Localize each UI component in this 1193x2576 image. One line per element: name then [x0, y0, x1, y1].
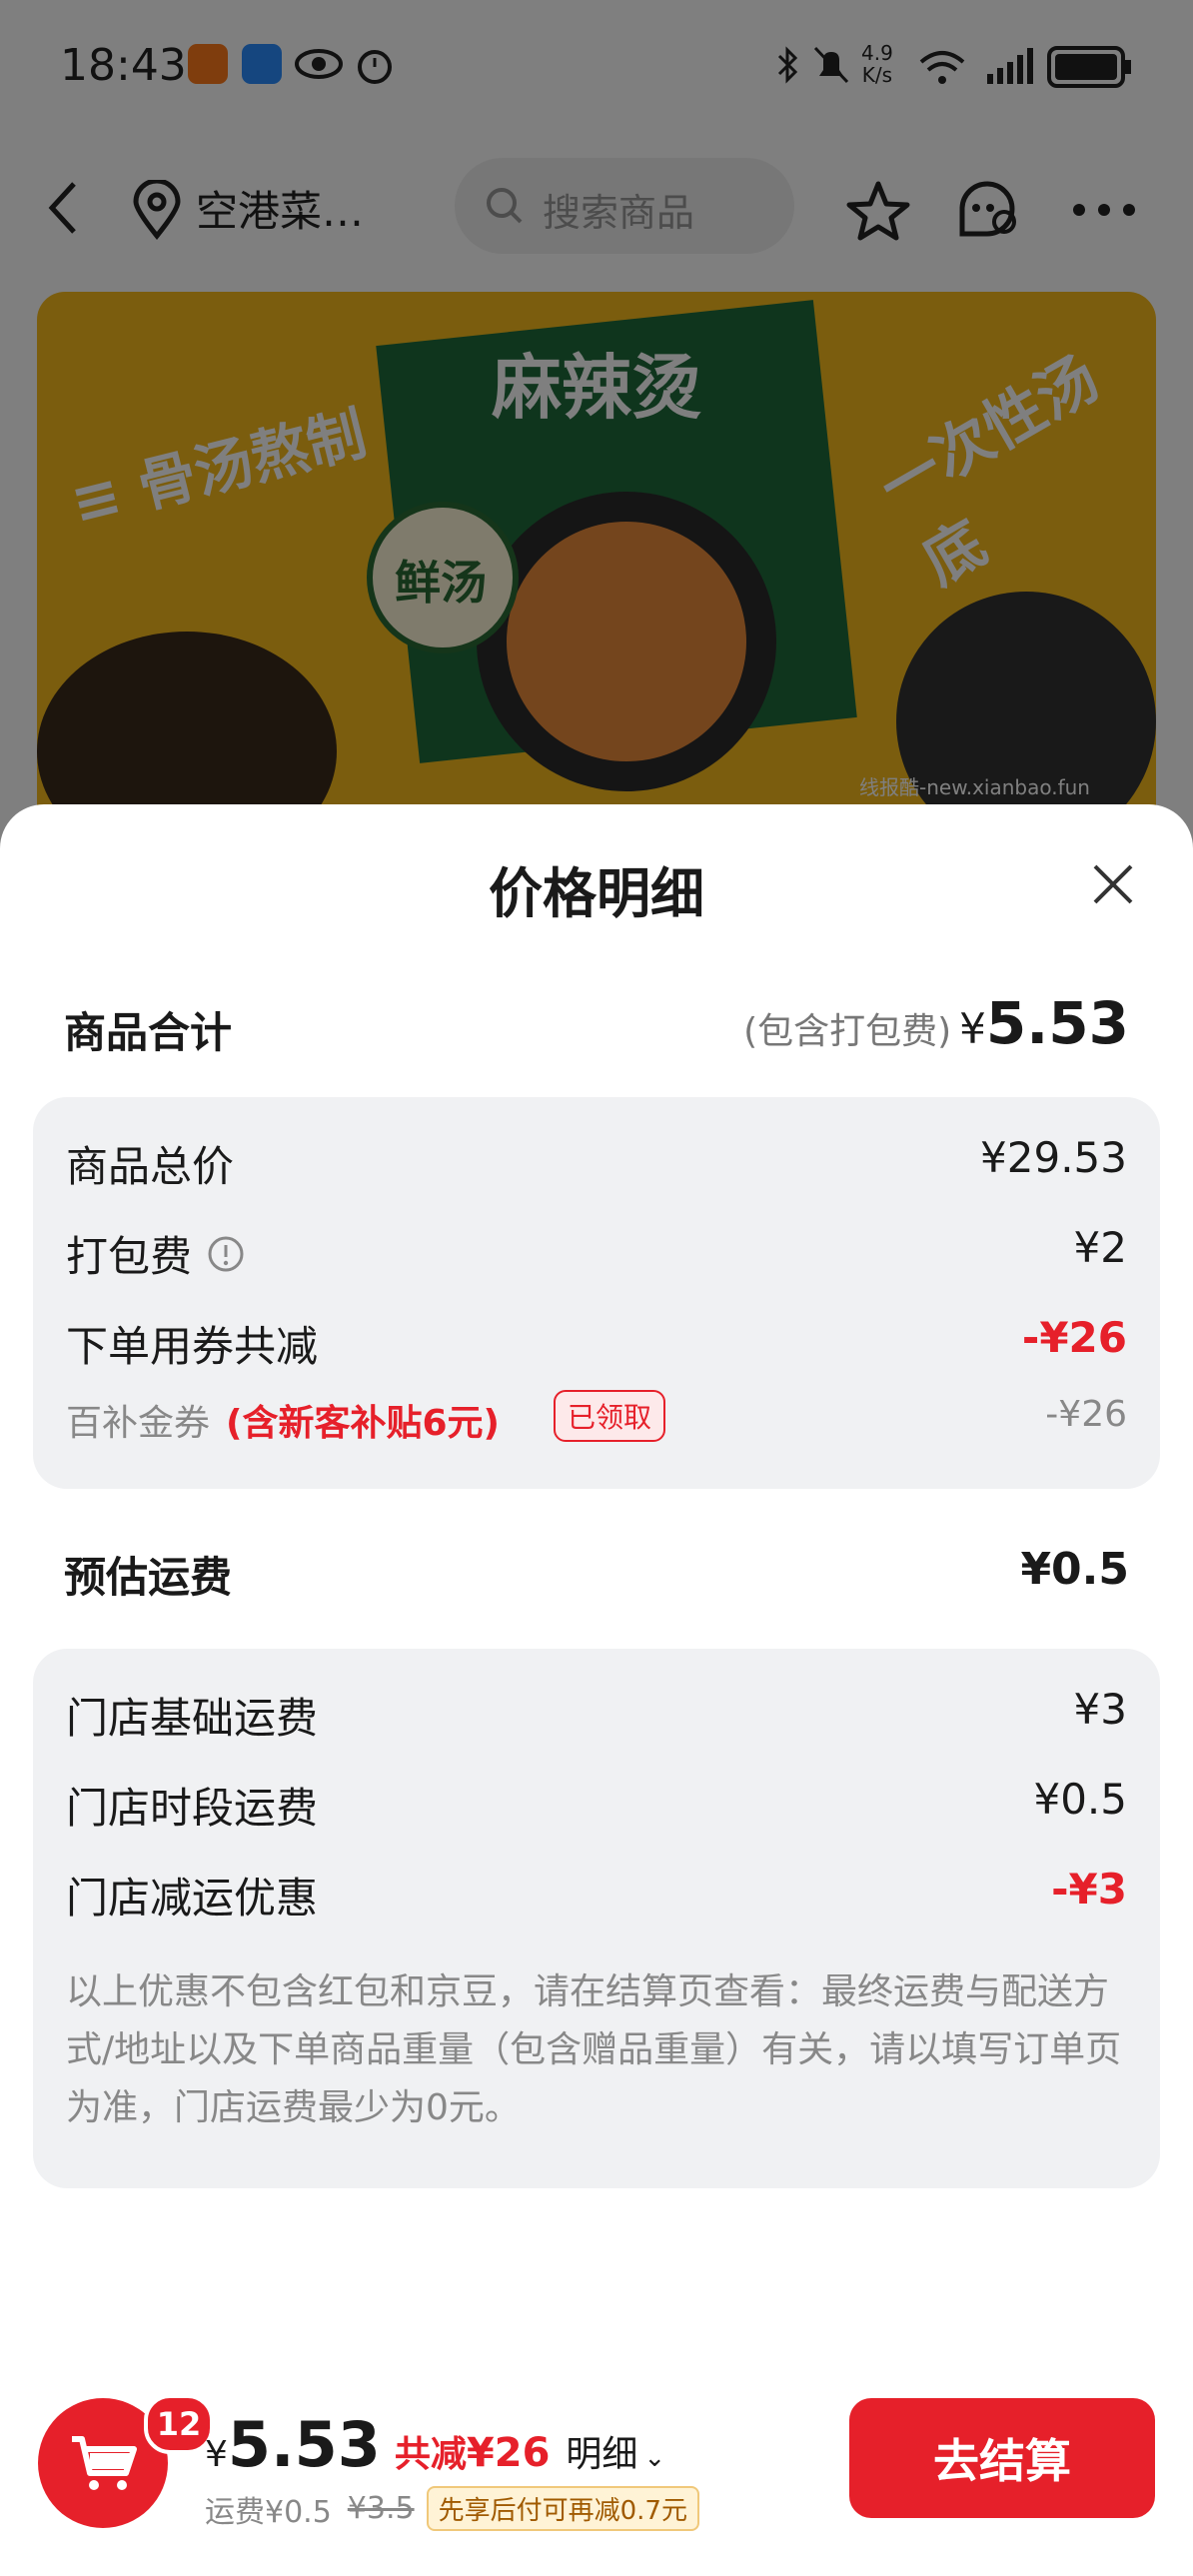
shipping-breakdown-card: 门店基础运费 ¥3 门店时段运费 ¥0.5 门店减运优惠 -¥3 以上优惠不包含… — [33, 1649, 1160, 2188]
breakdown-row: 门店基础运费 ¥3 — [66, 1685, 1127, 1755]
shipping-note: 以上优惠不包含红包和京豆，请在结算页查看：最终运费与配送方式/地址以及下单商品重… — [66, 1971, 1122, 2128]
time-shipping-label: 门店时段运费 — [66, 1784, 319, 1833]
breakdown-row: 门店减运优惠 -¥3 — [66, 1865, 1127, 1934]
detail-label: 明细 — [566, 2434, 638, 2475]
base-shipping-label: 门店基础运费 — [66, 1694, 319, 1743]
time-shipping-value: ¥0.5 — [1033, 1775, 1127, 1824]
shipping-discount-label: 门店减运优惠 — [66, 1874, 319, 1923]
total-discount-label: 共减 — [394, 2434, 467, 2475]
breakdown-row: 下单用券共减 -¥26 — [66, 1313, 1127, 1383]
sheet-title: 价格明细 — [489, 862, 704, 925]
shopping-cart-icon — [72, 2436, 137, 2490]
total-currency: ¥ — [205, 2434, 228, 2475]
pay-later-promo-badge: 先享后付可再减0.7元 — [426, 2486, 699, 2531]
cart-count-badge: 12 — [144, 2394, 214, 2454]
coupon-name: 百补金券 — [66, 1403, 211, 1444]
packing-fee-value: ¥2 — [1073, 1223, 1127, 1272]
shipping-original-fee: ¥3.5 — [347, 2491, 415, 2526]
coupon-detail-row: 百补金券 (含新客补贴6元) 已领取 -¥26 — [66, 1390, 1127, 1450]
checkout-bar: 12 ¥ 5.53 共减 ¥26 明细 ⌄ 运费¥0.5 ¥3.5 先享后付可再减… — [0, 2378, 1193, 2576]
shipping-estimate-value: ¥0.5 — [1020, 1544, 1129, 1595]
goods-total-row: 商品合计 (包含打包费) ¥ 5.53 — [0, 989, 1193, 1069]
checkout-button[interactable]: 去结算 — [849, 2398, 1155, 2518]
cart-button[interactable]: 12 — [38, 2394, 214, 2528]
total-amount: 5.53 — [227, 2408, 381, 2481]
breakdown-row: 打包费 ¥2 — [66, 1223, 1127, 1293]
coupon-description: (含新客补贴6元) — [226, 1403, 500, 1444]
breakdown-row: 门店时段运费 ¥0.5 — [66, 1775, 1127, 1845]
base-shipping-value: ¥3 — [1073, 1685, 1127, 1734]
goods-total-label: 商品合计 — [64, 1008, 233, 1057]
goods-total-amount: 5.53 — [985, 989, 1129, 1057]
packing-fee-label: 打包费 — [66, 1232, 193, 1281]
price-detail-sheet: 价格明细 商品合计 (包含打包费) ¥ 5.53 商品总价 ¥29.53 打包费… — [0, 804, 1193, 2576]
coupon-discount-value: -¥26 — [1021, 1313, 1127, 1362]
goods-total-currency: ¥ — [959, 1004, 986, 1053]
info-icon[interactable] — [206, 1234, 246, 1274]
chevron-down-icon: ⌄ — [643, 2443, 666, 2473]
shipping-estimate-label: 预估运费 — [64, 1553, 233, 1602]
breakdown-row: 商品总价 ¥29.53 — [66, 1133, 1127, 1203]
goods-breakdown-card: 商品总价 ¥29.53 打包费 ¥2 下单用券共减 -¥26 百补金券 (含新客… — [33, 1097, 1160, 1489]
total-discount: ¥26 — [466, 2430, 551, 2476]
shipping-summary: 运费¥0.5 ¥3.5 先享后付可再减0.7元 — [205, 2486, 699, 2531]
shipping-fee: 运费¥0.5 — [205, 2494, 332, 2530]
item-total-value: ¥29.53 — [980, 1133, 1127, 1182]
coupon-claimed-badge: 已领取 — [554, 1390, 666, 1442]
close-icon[interactable] — [1091, 862, 1135, 906]
item-total-label: 商品总价 — [66, 1142, 235, 1191]
shipping-estimate-row: 预估运费 ¥0.5 — [0, 1544, 1193, 1624]
coupon-discount-label: 下单用券共减 — [66, 1322, 319, 1371]
price-detail-toggle[interactable]: 明细 ⌄ — [566, 2425, 665, 2477]
shipping-discount-value: -¥3 — [1051, 1865, 1127, 1914]
total-summary: ¥ 5.53 共减 ¥26 明细 ⌄ — [205, 2408, 665, 2481]
coupon-value: -¥26 — [1045, 1394, 1127, 1435]
goods-total-note: (包含打包费) — [743, 1011, 952, 1052]
